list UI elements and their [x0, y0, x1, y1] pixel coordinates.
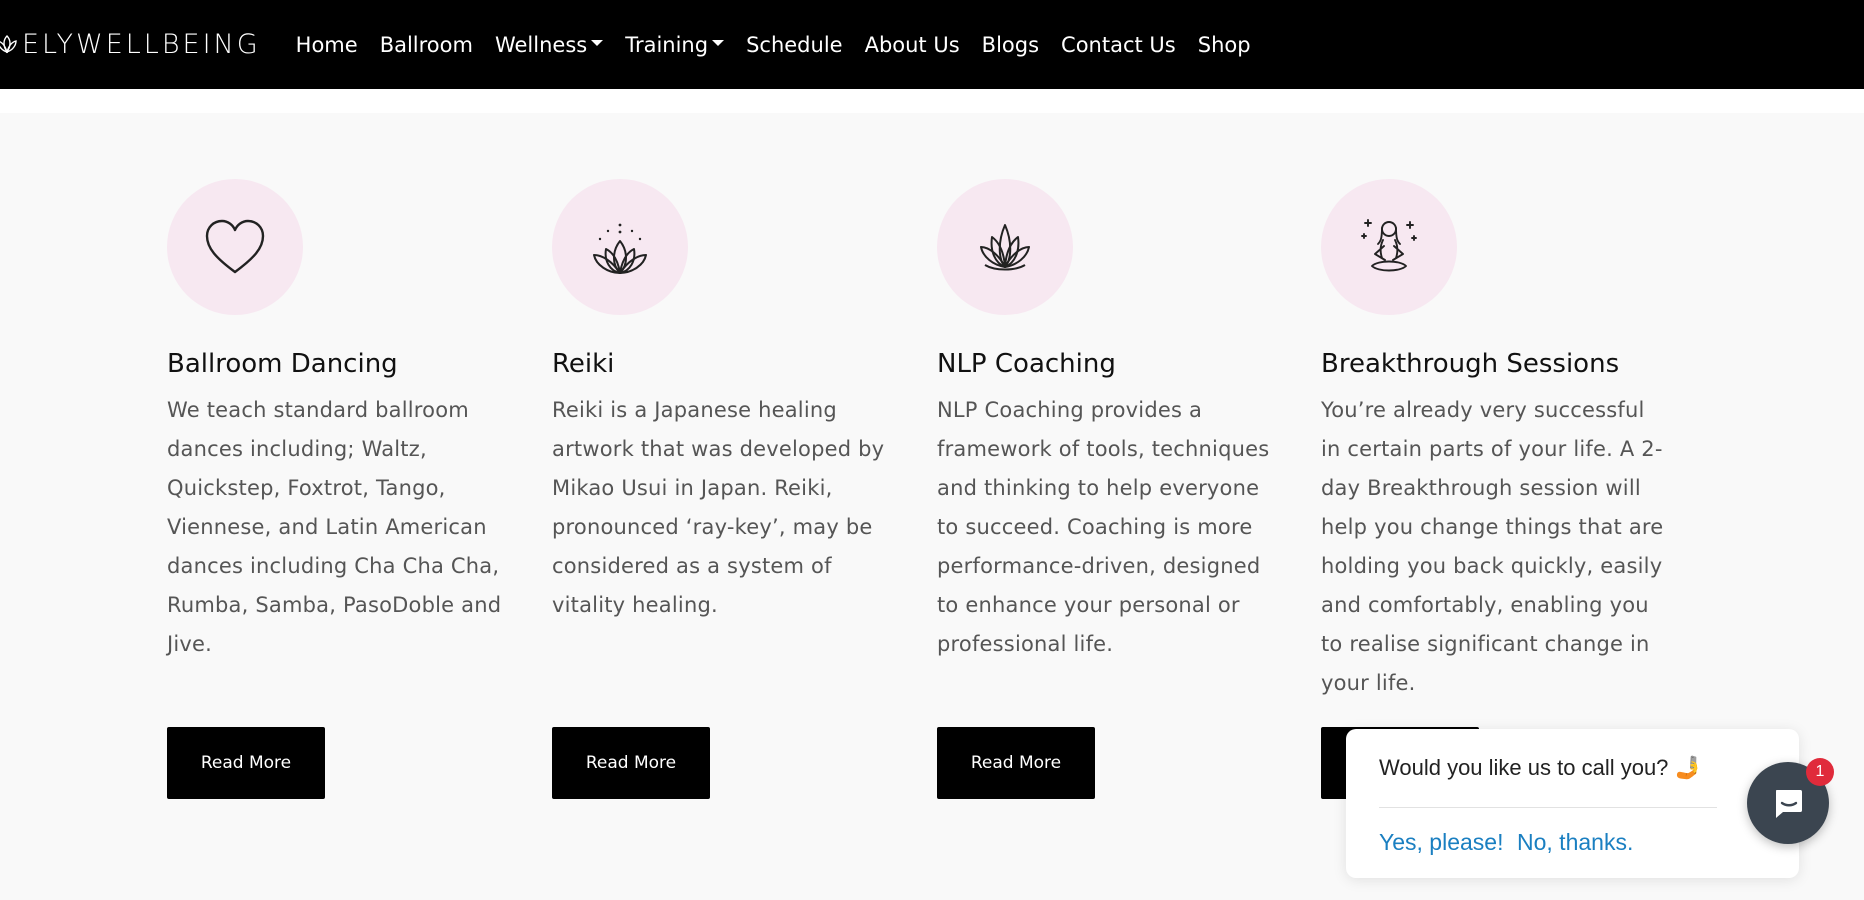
service-description: You’re already very successful in certai… [1321, 398, 1664, 695]
read-more-button-nlp[interactable]: Read More [937, 727, 1095, 799]
nav-contact-us[interactable]: Contact Us [1061, 33, 1176, 57]
service-icon-circle [937, 179, 1073, 315]
header-spacer [0, 89, 1864, 113]
service-icon-circle [552, 179, 688, 315]
nav-contact-us-label: Contact Us [1061, 32, 1176, 57]
nav-blogs-label: Blogs [981, 32, 1040, 57]
nav-wellness-label: Wellness [494, 32, 588, 57]
service-icon-circle [1321, 179, 1457, 315]
read-more-button-reiki[interactable]: Read More [552, 727, 710, 799]
nav-ballroom-label: Ballroom [379, 32, 473, 57]
nav-home[interactable]: Home [296, 33, 358, 57]
lotus-outline-icon [0, 34, 17, 53]
service-card-reiki: Reiki Reiki is a Japanese healing artwor… [552, 179, 897, 625]
service-icon-circle [167, 179, 303, 315]
service-card-breakthrough: Breakthrough Sessions You’re already ver… [1321, 179, 1666, 703]
brand-logo[interactable]: ELYWELLBEING [0, 29, 261, 60]
nav-about-us-label: About Us [864, 32, 960, 57]
nav-wellness-dropdown[interactable]: Wellness [494, 32, 604, 57]
service-description: NLP Coaching provides a framework of too… [937, 398, 1270, 656]
notification-badge: 1 [1806, 758, 1834, 786]
service-title: NLP Coaching [937, 349, 1116, 379]
service-card-nlp: NLP Coaching NLP Coaching provides a fra… [937, 179, 1282, 664]
callback-yes-link[interactable]: Yes, please! [1379, 829, 1503, 856]
heart-icon [205, 219, 265, 274]
popup-divider [1379, 807, 1717, 808]
nav-blogs[interactable]: Blogs [982, 33, 1039, 57]
nav-schedule-label: Schedule [746, 32, 843, 57]
top-navbar: ELYWELLBEING Home Ballroom Wellness Trai… [0, 0, 1864, 89]
nav-about-us[interactable]: About Us [865, 33, 960, 57]
nav-training-label: Training [625, 32, 709, 57]
caret-down-icon [591, 39, 604, 46]
meditation-icon [1361, 219, 1417, 272]
service-description: Reiki is a Japanese healing artwork that… [552, 398, 885, 617]
service-title: Ballroom Dancing [167, 349, 398, 379]
service-card-ballroom: Ballroom Dancing We teach standard ballr… [167, 179, 512, 664]
caret-down-icon [712, 39, 725, 46]
nav-schedule[interactable]: Schedule [746, 33, 843, 57]
service-title: Reiki [552, 349, 615, 379]
service-title: Breakthrough Sessions [1321, 349, 1620, 379]
callback-no-link[interactable]: No, thanks. [1517, 829, 1633, 856]
nav-training-dropdown[interactable]: Training [625, 32, 725, 57]
callback-popup: Would you like us to call you? 🤳 Yes, pl… [1346, 729, 1799, 878]
main-nav: Home Ballroom Wellness Training Schedule… [296, 33, 1273, 57]
chat-bubble-icon [1776, 790, 1802, 818]
nav-home-label: Home [295, 32, 358, 57]
nav-shop-label: Shop [1197, 32, 1251, 57]
nav-shop[interactable]: Shop [1198, 33, 1251, 57]
lotus-flower-icon [980, 224, 1030, 271]
service-description: We teach standard ballroom dances includ… [167, 398, 502, 656]
brand-name: ELYWELLBEING [22, 29, 261, 60]
callback-question: Would you like us to call you? 🤳 [1379, 755, 1702, 780]
read-more-button-ballroom[interactable]: Read More [167, 727, 325, 799]
nav-ballroom[interactable]: Ballroom [380, 33, 473, 57]
lotus-icon [593, 223, 647, 274]
